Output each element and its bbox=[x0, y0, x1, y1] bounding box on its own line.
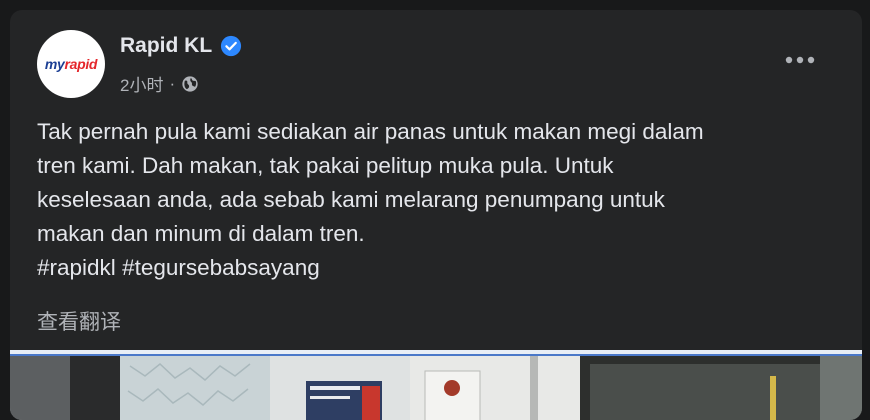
globe-icon[interactable] bbox=[181, 75, 199, 93]
hashtag-tegursebabsayang[interactable]: #tegursebabsayang bbox=[122, 255, 320, 280]
more-options-button[interactable] bbox=[782, 44, 818, 76]
see-translation-link[interactable]: 查看翻译 bbox=[37, 306, 121, 336]
post-photo[interactable] bbox=[10, 356, 862, 420]
train-interior-photo bbox=[10, 356, 862, 420]
post-timestamp[interactable]: 2小时 bbox=[120, 71, 163, 96]
post-text-line: keselesaan anda, ada sebab kami melarang… bbox=[37, 187, 665, 212]
hashtag-line: #rapidkl #tegursebabsayang bbox=[37, 251, 837, 285]
page-avatar[interactable]: myrapid bbox=[37, 30, 105, 98]
post-meta: 2小时 · bbox=[120, 71, 199, 96]
post-body: Tak pernah pula kami sediakan air panas … bbox=[37, 115, 837, 285]
page-name[interactable]: Rapid KL bbox=[120, 34, 212, 58]
post-text-line: Tak pernah pula kami sediakan air panas … bbox=[37, 119, 704, 144]
hashtag-rapidkl[interactable]: #rapidkl bbox=[37, 255, 116, 280]
post-text-line: makan dan minum di dalam tren. bbox=[37, 221, 365, 246]
post-card: myrapid Rapid KL 2小时 · Tak pernah pula k… bbox=[10, 10, 862, 420]
meta-separator: · bbox=[169, 73, 176, 93]
myrapid-logo: myrapid bbox=[44, 56, 98, 72]
more-horizontal-icon bbox=[785, 56, 815, 64]
verified-badge-icon bbox=[221, 35, 242, 57]
post-header-name-row: Rapid KL bbox=[120, 34, 242, 58]
post-text-line: tren kami. Dah makan, tak pakai pelitup … bbox=[37, 153, 614, 178]
